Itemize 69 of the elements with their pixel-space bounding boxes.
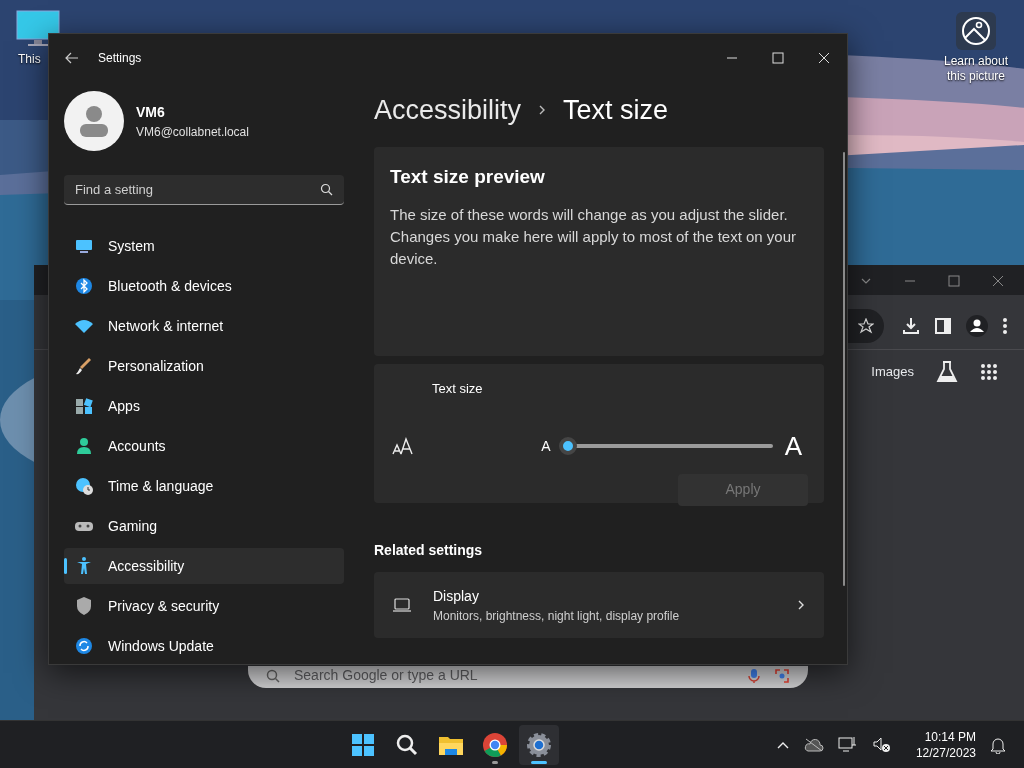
window-title: Settings: [98, 50, 142, 67]
profile-icon[interactable]: [966, 315, 988, 337]
breadcrumb-link[interactable]: Accessibility: [374, 89, 522, 131]
desktop-icon-label[interactable]: This: [12, 50, 41, 68]
page-title: Text size: [563, 93, 669, 127]
large-a-label: A: [784, 429, 802, 463]
font-size-icon: [392, 437, 414, 455]
nav-item[interactable]: Accounts: [64, 428, 344, 464]
nav-item[interactable]: Apps: [64, 388, 344, 424]
sync-icon: [74, 636, 94, 656]
nav-item[interactable]: Windows Update: [64, 628, 344, 664]
search-field[interactable]: Find a setting: [64, 175, 344, 205]
item-subtitle: Monitors, brightness, night light, display profile: [433, 607, 681, 625]
avatar-icon: [64, 91, 124, 151]
bluetooth-icon: [74, 276, 94, 296]
item-title: Display: [433, 586, 480, 606]
clock[interactable]: 10:14 PM 12/27/2023: [915, 728, 976, 761]
card-title: Text size preview: [390, 165, 546, 189]
network-icon[interactable]: [837, 735, 858, 754]
setting-label: Text size: [432, 380, 484, 398]
microphone-icon[interactable]: [748, 667, 760, 684]
globe-clock-icon: [74, 476, 94, 496]
preview-text: The size of these words will change as you adjust the slider. Changes you make here will apply to most of the text on your device.: [390, 204, 798, 269]
side-panel-icon[interactable]: [934, 317, 952, 335]
search-input[interactable]: Search Google or type a URL: [294, 667, 734, 684]
nav-item[interactable]: System: [64, 228, 344, 264]
nav-item[interactable]: Network & internet: [64, 308, 344, 344]
search-box[interactable]: Search Google or type a URL: [248, 666, 808, 688]
back-arrow-icon[interactable]: [64, 50, 80, 66]
monitor-icon: [16, 10, 60, 48]
search-icon: [394, 732, 419, 757]
download-icon[interactable]: [902, 317, 920, 335]
person-icon: [74, 436, 94, 456]
browser-icon: [481, 731, 508, 758]
search-input[interactable]: Find a setting: [75, 179, 320, 200]
nav-item[interactable]: Time & language: [64, 468, 344, 504]
cloud-off-icon[interactable]: [803, 737, 824, 752]
search-icon: [320, 183, 333, 196]
brush-icon: [74, 356, 94, 376]
gear-icon: [525, 731, 552, 758]
nav-item[interactable]: Personalization: [64, 348, 344, 384]
small-a-label: A: [541, 436, 551, 456]
desktop-icon-label[interactable]: Learn about this picture: [940, 54, 1012, 84]
nav-item[interactable]: Bluetooth & devices: [64, 268, 344, 304]
chevron-right-icon: [796, 599, 806, 611]
images-link[interactable]: Images: [871, 362, 914, 382]
speaker-muted-icon[interactable]: [871, 735, 892, 754]
laptop-icon: [392, 597, 412, 613]
bell-icon[interactable]: [990, 735, 1006, 754]
slider-thumb[interactable]: [558, 437, 577, 455]
apps-icon: [74, 396, 94, 416]
start-icon: [350, 732, 375, 757]
user-name: VM6: [136, 102, 166, 122]
search-icon: [266, 668, 280, 683]
user-email: VM6@collabnet.local: [136, 123, 249, 141]
section-heading: Related settings: [374, 541, 484, 560]
taskbar-app[interactable]: [518, 724, 559, 765]
display-link-card[interactable]: Display Monitors, brightness, night light, display profile: [374, 572, 824, 638]
scrollbar[interactable]: [843, 152, 845, 586]
close-icon[interactable]: [990, 273, 1006, 289]
nav-item[interactable]: Gaming: [64, 508, 344, 544]
picture-info-button[interactable]: [956, 12, 996, 50]
apps-grid-icon[interactable]: [980, 363, 998, 381]
camera-search-icon[interactable]: [774, 667, 790, 684]
nav-item[interactable]: Privacy & security: [64, 588, 344, 624]
flask-icon[interactable]: [936, 360, 958, 384]
shield-icon: [74, 596, 94, 616]
more-menu-icon[interactable]: [1002, 317, 1008, 335]
nav-item[interactable]: Accessibility: [64, 548, 344, 584]
